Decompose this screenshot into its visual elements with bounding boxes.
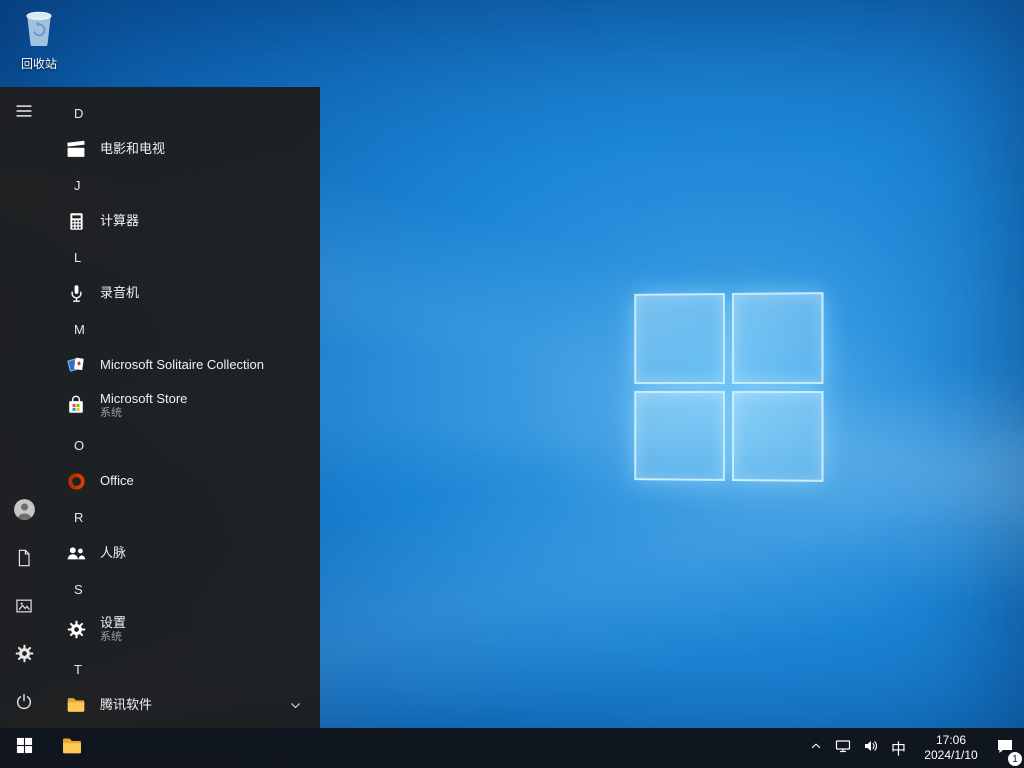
tray-overflow-button[interactable] (803, 728, 829, 768)
windows-wallpaper-logo (634, 292, 824, 482)
logo-pane (731, 292, 824, 384)
hamburger-icon (14, 101, 34, 126)
app-item-calculator[interactable]: 计算器 (48, 203, 320, 239)
recycle-bin-shortcut[interactable]: 回收站 (10, 8, 68, 72)
user-avatar-icon (12, 497, 37, 527)
letter-group-D[interactable]: D (48, 95, 320, 131)
letter-group-T[interactable]: T (48, 651, 320, 687)
windows-logo-icon (16, 737, 33, 759)
letter-label: O (74, 437, 85, 453)
power-button[interactable] (0, 680, 48, 728)
letter-group-J[interactable]: J (48, 167, 320, 203)
clock[interactable]: 17:06 2024/1/10 (912, 728, 990, 768)
file-explorer-button[interactable] (48, 728, 96, 768)
app-label: 计算器 (100, 213, 140, 228)
desktop: 回收站 D 电影和电视 J 计算器 L 录音机 M Microsoft Soli… (0, 0, 1024, 768)
chevron-up-icon (809, 739, 823, 758)
volume-button[interactable] (857, 728, 885, 768)
letter-label: T (74, 661, 82, 677)
document-icon (14, 548, 34, 573)
app-item-tencent-folder[interactable]: 腾讯软件 (48, 687, 320, 723)
app-label: 录音机 (100, 285, 140, 300)
start-menu-rail (0, 87, 48, 728)
taskbar: 中 17:06 2024/1/10 1 (0, 728, 1024, 768)
store-icon (64, 393, 88, 417)
ime-label: 中 (890, 740, 906, 758)
app-sublabel: 系统 (100, 630, 122, 643)
app-label: Office (100, 473, 134, 488)
account-button[interactable] (0, 488, 48, 536)
letter-group-L[interactable]: L (48, 239, 320, 275)
recycle-bin-icon (21, 8, 57, 53)
app-label: Microsoft Solitaire Collection (100, 357, 265, 372)
letter-label: J (74, 177, 81, 193)
documents-button[interactable] (0, 536, 48, 584)
volume-icon (863, 738, 879, 759)
chevron-down-icon[interactable] (289, 699, 302, 712)
app-list: D 电影和电视 J 计算器 L 录音机 M Microsoft Solitair… (48, 87, 320, 728)
app-item-microsoft-store[interactable]: Microsoft Store 系统 (48, 383, 320, 427)
voice-recorder-icon (64, 281, 88, 305)
office-icon (64, 469, 88, 493)
letter-group-S[interactable]: S (48, 571, 320, 607)
gear-icon (64, 617, 88, 641)
letter-label: M (74, 321, 85, 337)
network-status-button[interactable] (829, 728, 857, 768)
people-icon (64, 541, 88, 565)
clock-date: 2024/1/10 (924, 748, 978, 762)
logo-pane (634, 293, 725, 384)
app-label: 人脉 (100, 545, 127, 560)
action-center-button[interactable]: 1 (990, 728, 1022, 768)
app-item-people[interactable]: 人脉 (48, 535, 320, 571)
app-item-solitaire[interactable]: Microsoft Solitaire Collection (48, 347, 320, 383)
folder-icon (60, 734, 84, 763)
letter-group-R[interactable]: R (48, 499, 320, 535)
start-button[interactable] (0, 728, 48, 768)
pictures-button[interactable] (0, 584, 48, 632)
app-label: 设置 (100, 614, 127, 630)
settings-button[interactable] (0, 632, 48, 680)
letter-label: S (74, 581, 83, 597)
solitaire-icon (64, 353, 88, 377)
app-label: 电影和电视 (100, 141, 166, 156)
app-item-voice-recorder[interactable]: 录音机 (48, 275, 320, 311)
app-label: 腾讯软件 (100, 697, 153, 712)
app-item-office[interactable]: Office (48, 463, 320, 499)
app-item-settings[interactable]: 设置 系统 (48, 607, 320, 651)
network-icon (835, 738, 851, 759)
calculator-icon (64, 209, 88, 233)
ime-indicator[interactable]: 中 (885, 728, 912, 768)
app-item-movies-tv[interactable]: 电影和电视 (48, 131, 320, 167)
letter-label: R (74, 509, 84, 525)
movies-tv-icon (64, 137, 88, 161)
clock-time: 17:06 (935, 733, 967, 747)
logo-pane (634, 390, 725, 481)
letter-label: L (74, 249, 82, 265)
system-tray: 中 17:06 2024/1/10 1 (803, 728, 1024, 768)
start-menu: D 电影和电视 J 计算器 L 录音机 M Microsoft Solitair… (0, 87, 320, 728)
app-label: Microsoft Store (100, 390, 188, 406)
letter-group-O[interactable]: O (48, 427, 320, 463)
folder-icon (64, 693, 88, 717)
expand-menu-button[interactable] (0, 89, 48, 137)
recycle-bin-label: 回收站 (20, 57, 57, 71)
power-icon (14, 692, 34, 717)
app-sublabel: 系统 (100, 406, 122, 419)
pictures-icon (14, 596, 34, 621)
letter-label: D (74, 105, 84, 121)
gear-icon (14, 643, 35, 669)
notification-badge: 1 (1008, 752, 1022, 766)
letter-group-M[interactable]: M (48, 311, 320, 347)
logo-pane (731, 390, 824, 482)
